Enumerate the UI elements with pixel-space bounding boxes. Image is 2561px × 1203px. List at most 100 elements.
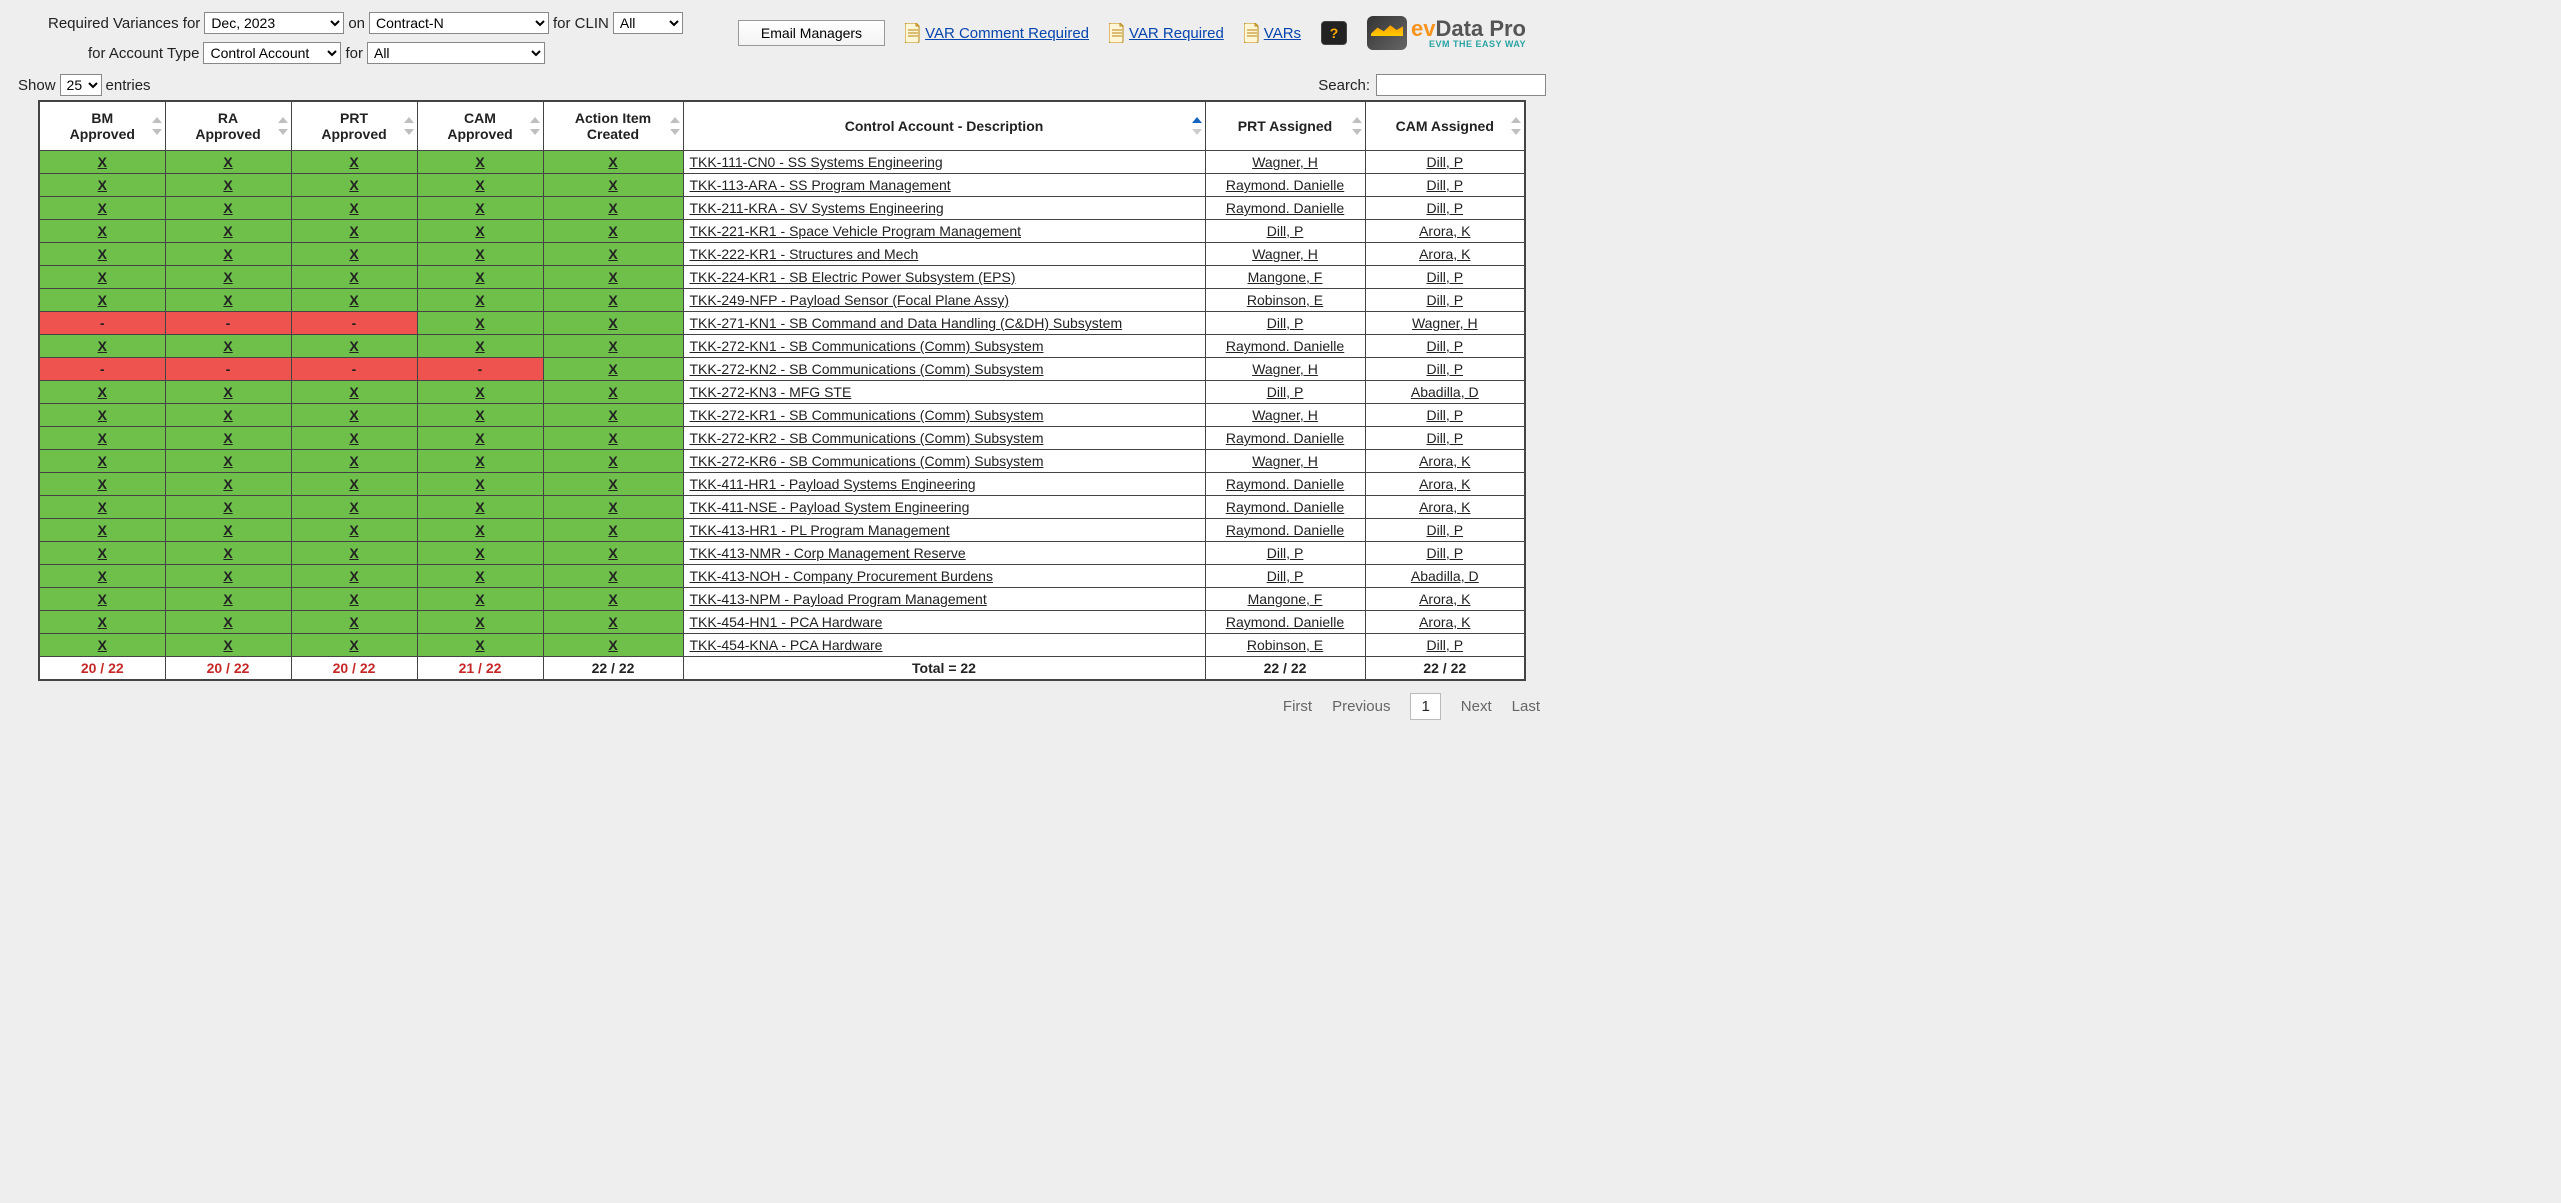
person-link[interactable]: Raymond. Danielle [1226, 499, 1344, 515]
bm-status-cell[interactable]: X [39, 243, 165, 266]
person-link[interactable]: Abadilla, D [1411, 568, 1479, 584]
person-link[interactable]: Raymond. Danielle [1226, 614, 1344, 630]
prt-status-cell[interactable]: X [291, 220, 417, 243]
bm-status-cell[interactable]: X [39, 381, 165, 404]
person-link[interactable]: Arora, K [1419, 246, 1470, 262]
cam-status-cell[interactable]: X [417, 542, 543, 565]
prt-status-cell[interactable]: X [291, 335, 417, 358]
cam-status-cell[interactable]: X [417, 634, 543, 657]
person-link[interactable]: Raymond. Danielle [1226, 476, 1344, 492]
person-link[interactable]: Robinson, E [1247, 637, 1323, 653]
account-type-select[interactable]: Control Account [203, 42, 341, 64]
ra-status-cell[interactable]: X [165, 450, 291, 473]
col-bm-approved[interactable]: BMApproved [39, 101, 165, 151]
action-status-cell[interactable]: X [543, 427, 683, 450]
prt-status-cell[interactable]: X [291, 381, 417, 404]
person-link[interactable]: Wagner, H [1252, 453, 1318, 469]
person-link[interactable]: Arora, K [1419, 223, 1470, 239]
person-link[interactable]: Dill, P [1426, 292, 1463, 308]
prt-status-cell[interactable]: X [291, 174, 417, 197]
action-status-cell[interactable]: X [543, 335, 683, 358]
person-link[interactable]: Dill, P [1267, 384, 1304, 400]
person-link[interactable]: Dill, P [1426, 407, 1463, 423]
action-status-cell[interactable]: X [543, 404, 683, 427]
cam-status-cell[interactable]: X [417, 519, 543, 542]
bm-status-cell[interactable]: X [39, 427, 165, 450]
person-link[interactable]: Dill, P [1426, 177, 1463, 193]
period-select[interactable]: Dec, 2023 [204, 12, 344, 34]
person-link[interactable]: Wagner, H [1252, 246, 1318, 262]
prt-status-cell[interactable]: - [291, 358, 417, 381]
action-status-cell[interactable]: X [543, 542, 683, 565]
account-link[interactable]: TKK-411-HR1 - Payload Systems Engineerin… [690, 476, 976, 492]
bm-status-cell[interactable]: X [39, 220, 165, 243]
ra-status-cell[interactable]: X [165, 519, 291, 542]
col-ra-approved[interactable]: RAApproved [165, 101, 291, 151]
bm-status-cell[interactable]: X [39, 519, 165, 542]
action-status-cell[interactable]: X [543, 381, 683, 404]
col-prt-approved[interactable]: PRTApproved [291, 101, 417, 151]
person-link[interactable]: Mangone, F [1248, 269, 1323, 285]
ra-status-cell[interactable]: X [165, 381, 291, 404]
cam-status-cell[interactable]: X [417, 220, 543, 243]
account-link[interactable]: TKK-272-KR1 - SB Communications (Comm) S… [690, 407, 1044, 423]
account-link[interactable]: TKK-111-CN0 - SS Systems Engineering [690, 154, 943, 170]
var-required-link[interactable]: VAR Required [1109, 23, 1224, 43]
ra-status-cell[interactable]: X [165, 473, 291, 496]
account-link[interactable]: TKK-222-KR1 - Structures and Mech [690, 246, 919, 262]
prt-status-cell[interactable]: X [291, 634, 417, 657]
account-link[interactable]: TKK-113-ARA - SS Program Management [690, 177, 951, 193]
col-cam-assigned[interactable]: CAM Assigned [1365, 101, 1525, 151]
person-link[interactable]: Dill, P [1426, 430, 1463, 446]
account-link[interactable]: TKK-272-KR6 - SB Communications (Comm) S… [690, 453, 1044, 469]
prt-status-cell[interactable]: X [291, 266, 417, 289]
bm-status-cell[interactable]: X [39, 151, 165, 174]
bm-status-cell[interactable]: X [39, 197, 165, 220]
cam-status-cell[interactable]: X [417, 588, 543, 611]
bm-status-cell[interactable]: X [39, 404, 165, 427]
ra-status-cell[interactable]: X [165, 565, 291, 588]
search-input[interactable] [1376, 74, 1546, 96]
prt-status-cell[interactable]: X [291, 496, 417, 519]
account-link[interactable]: TKK-272-KN3 - MFG STE [690, 384, 852, 400]
cam-status-cell[interactable]: X [417, 266, 543, 289]
person-link[interactable]: Raymond. Danielle [1226, 177, 1344, 193]
ra-status-cell[interactable]: X [165, 151, 291, 174]
action-status-cell[interactable]: X [543, 565, 683, 588]
prt-status-cell[interactable]: - [291, 312, 417, 335]
person-link[interactable]: Arora, K [1419, 591, 1470, 607]
person-link[interactable]: Arora, K [1419, 476, 1470, 492]
cam-status-cell[interactable]: X [417, 312, 543, 335]
cam-status-cell[interactable]: X [417, 151, 543, 174]
pager-current-page[interactable]: 1 [1410, 693, 1440, 720]
account-link[interactable]: TKK-211-KRA - SV Systems Engineering [690, 200, 944, 216]
prt-status-cell[interactable]: X [291, 427, 417, 450]
ra-status-cell[interactable]: X [165, 427, 291, 450]
cam-status-cell[interactable]: - [417, 358, 543, 381]
contract-select[interactable]: Contract-N [369, 12, 549, 34]
person-link[interactable]: Wagner, H [1252, 407, 1318, 423]
person-link[interactable]: Raymond. Danielle [1226, 338, 1344, 354]
action-status-cell[interactable]: X [543, 151, 683, 174]
action-status-cell[interactable]: X [543, 634, 683, 657]
col-description[interactable]: Control Account - Description [683, 101, 1205, 151]
prt-status-cell[interactable]: X [291, 542, 417, 565]
ra-status-cell[interactable]: X [165, 404, 291, 427]
person-link[interactable]: Raymond. Danielle [1226, 430, 1344, 446]
action-status-cell[interactable]: X [543, 358, 683, 381]
cam-status-cell[interactable]: X [417, 381, 543, 404]
cam-status-cell[interactable]: X [417, 450, 543, 473]
bm-status-cell[interactable]: X [39, 266, 165, 289]
action-status-cell[interactable]: X [543, 197, 683, 220]
bm-status-cell[interactable]: - [39, 358, 165, 381]
help-icon[interactable]: ? [1321, 21, 1347, 45]
cam-status-cell[interactable]: X [417, 243, 543, 266]
action-status-cell[interactable]: X [543, 243, 683, 266]
bm-status-cell[interactable]: X [39, 634, 165, 657]
entries-per-page-select[interactable]: 25 [60, 74, 102, 96]
person-link[interactable]: Dill, P [1426, 637, 1463, 653]
pager-previous[interactable]: Previous [1332, 698, 1390, 715]
bm-status-cell[interactable]: - [39, 312, 165, 335]
ra-status-cell[interactable]: - [165, 312, 291, 335]
person-link[interactable]: Wagner, H [1252, 154, 1318, 170]
